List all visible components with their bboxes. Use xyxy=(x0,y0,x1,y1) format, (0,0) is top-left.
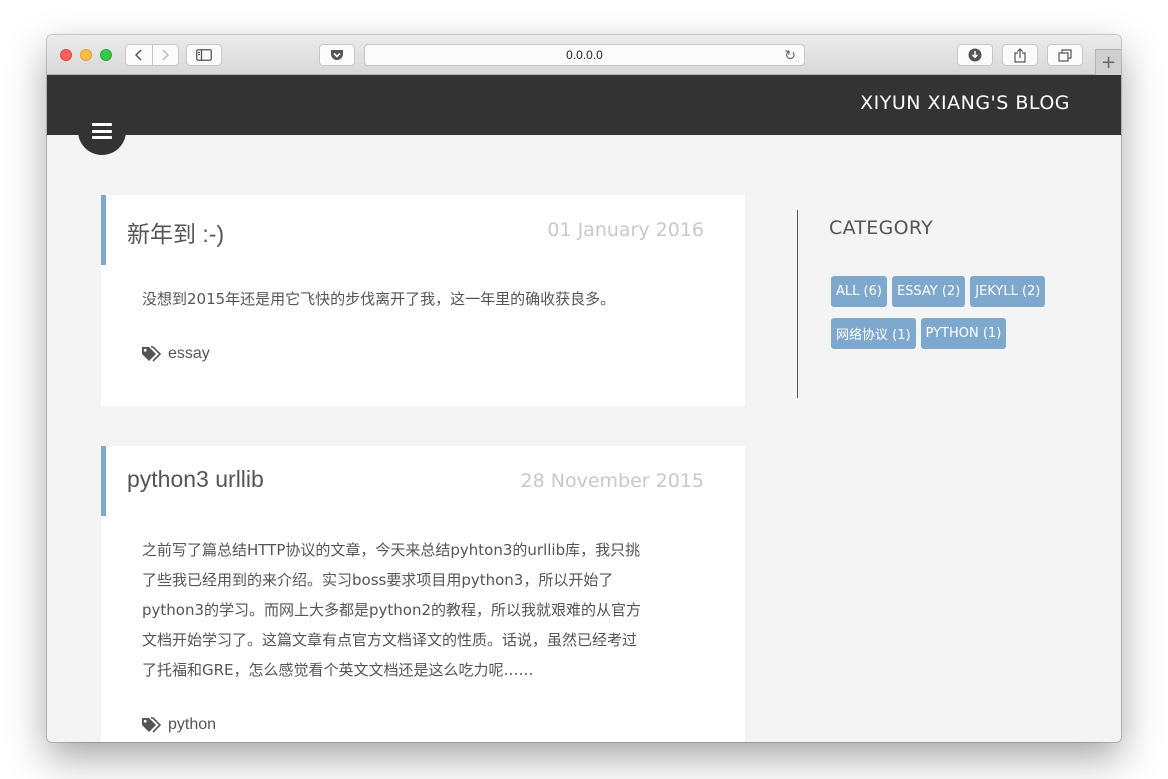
category-tag-jekyll[interactable]: JEKYLL (2) xyxy=(970,276,1046,307)
excerpt-line: 没想到2015年还是用它飞快的步伐离开了我，这一年里的确收获良多。 xyxy=(142,290,616,308)
category-tag-essay[interactable]: ESSAY (2) xyxy=(891,276,966,307)
pocket-icon xyxy=(331,50,343,60)
category-heading: CATEGORY xyxy=(829,217,934,239)
tabs-icon xyxy=(1058,48,1072,62)
sidebar-icon xyxy=(196,49,212,61)
excerpt-line: 之前写了篇总结HTTP协议的文章，今天来总结pyhton3的urllib库，我只… xyxy=(142,541,641,559)
menu-icon xyxy=(92,123,112,139)
minimize-window-button[interactable] xyxy=(80,49,92,61)
chevron-left-icon xyxy=(134,49,142,61)
downloads-button[interactable] xyxy=(957,44,993,66)
chevron-right-icon xyxy=(162,49,170,61)
post-excerpt: 之前写了篇总结HTTP协议的文章，今天来总结pyhton3的urllib库，我只… xyxy=(142,535,712,685)
post-title-link[interactable]: python3 urllib xyxy=(127,466,264,493)
excerpt-line: 了些我已经用到的来介绍。实习boss要求项目用python3，所以开始了 xyxy=(142,571,614,589)
new-tab-button[interactable]: + xyxy=(1095,49,1121,75)
post-accent-bar xyxy=(101,446,106,516)
browser-toolbar: 0.0.0.0 ↻ + xyxy=(47,35,1121,75)
share-icon xyxy=(1014,47,1026,63)
menu-toggle-button[interactable] xyxy=(78,107,126,155)
category-sidebar: CATEGORY ALL (6) ESSAY (2) JEKYLL (2) 网络… xyxy=(797,210,1077,398)
tags-icon xyxy=(142,346,162,362)
excerpt-line: python3的学习。而网上大多都是python2的教程，所以我就艰难的从官方 xyxy=(142,601,642,619)
tags-icon xyxy=(142,717,162,733)
category-tag-list: ALL (6) ESSAY (2) JEKYLL (2) 网络协议 (1) PY… xyxy=(831,276,1071,349)
url-text: 0.0.0.0 xyxy=(566,48,603,62)
history-nav xyxy=(125,44,179,66)
share-button[interactable] xyxy=(1002,44,1038,66)
site-header: XIYUN XIANG'S BLOG xyxy=(47,75,1121,135)
browser-window: 0.0.0.0 ↻ + XIYUN XIANG'S BLOG 新年到 :-) 0… xyxy=(47,35,1121,742)
excerpt-line: 文档开始学习了。这篇文章有点官方文档译文的性质。话说，虽然已经考过 xyxy=(142,631,638,649)
category-tag-all[interactable]: ALL (6) xyxy=(831,276,887,307)
post-accent-bar xyxy=(101,195,106,265)
post-tag-link[interactable]: python xyxy=(141,716,216,734)
address-bar[interactable]: 0.0.0.0 ↻ xyxy=(364,44,805,66)
category-tag-network-protocol[interactable]: 网络协议 (1) xyxy=(831,318,916,349)
zoom-window-button[interactable] xyxy=(100,49,112,61)
post-card: python3 urllib 28 November 2015 之前写了篇总结H… xyxy=(101,446,745,742)
forward-button[interactable] xyxy=(151,45,178,65)
plus-icon: + xyxy=(1100,52,1117,73)
post-date: 01 January 2016 xyxy=(547,219,704,241)
post-card: 新年到 :-) 01 January 2016 没想到2015年还是用它飞快的步… xyxy=(101,195,745,406)
download-icon xyxy=(968,48,982,62)
reload-icon[interactable]: ↻ xyxy=(784,47,796,64)
site-title-link[interactable]: XIYUN XIANG'S BLOG xyxy=(860,92,1070,114)
show-tabs-button[interactable] xyxy=(1047,44,1083,66)
post-tag-label: python xyxy=(168,716,217,733)
back-button[interactable] xyxy=(126,45,152,65)
category-tag-python[interactable]: PYTHON (1) xyxy=(920,318,1007,349)
post-tag-link[interactable]: essay xyxy=(141,345,210,363)
post-excerpt: 没想到2015年还是用它飞快的步伐离开了我，这一年里的确收获良多。 xyxy=(142,284,712,314)
post-tag-label: essay xyxy=(168,345,210,362)
pocket-button[interactable] xyxy=(319,44,355,66)
post-title-link[interactable]: 新年到 :-) xyxy=(127,215,224,249)
close-window-button[interactable] xyxy=(60,49,72,61)
excerpt-line: 了托福和GRE，怎么感觉看个英文文档还是这么吃力呢…… xyxy=(142,661,534,679)
post-date: 28 November 2015 xyxy=(520,470,704,492)
show-sidebar-button[interactable] xyxy=(186,44,222,66)
